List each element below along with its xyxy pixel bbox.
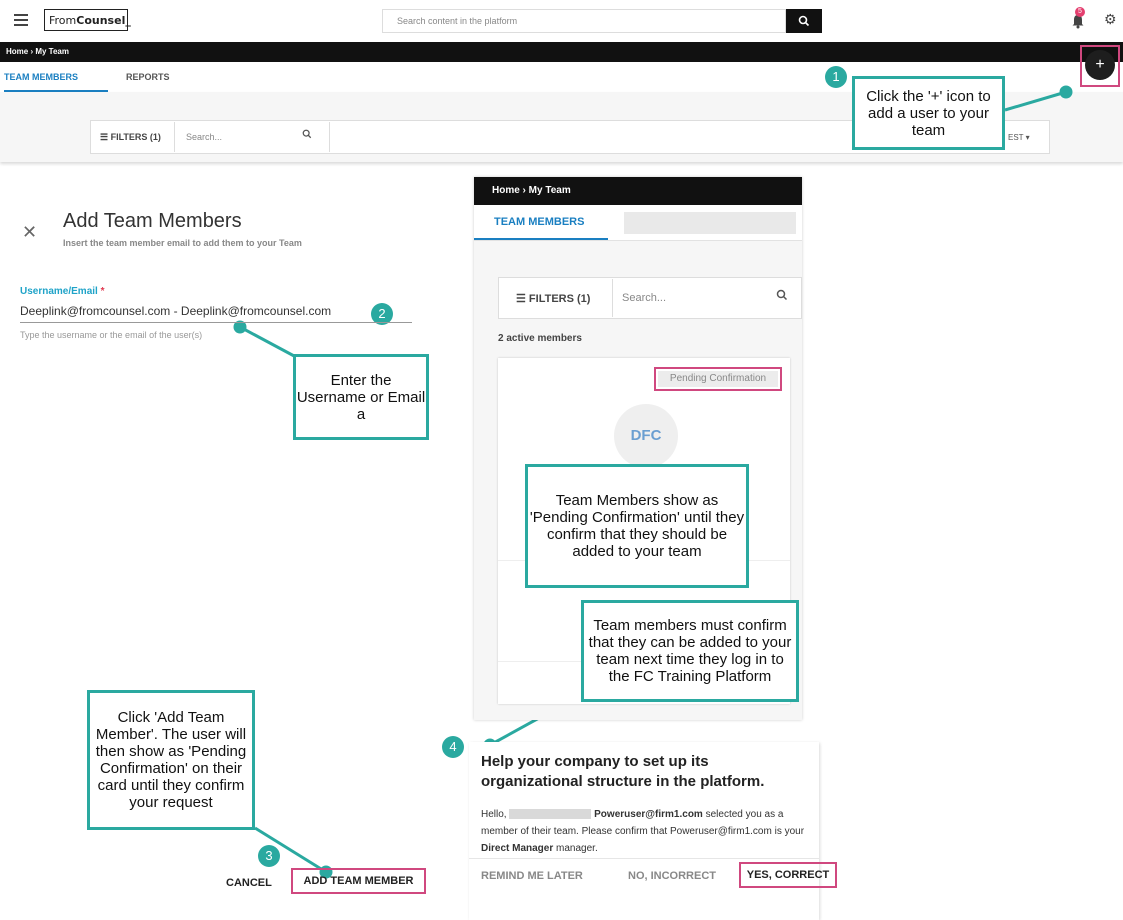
manager-role: Direct Manager	[481, 843, 554, 854]
username-label: Username/Email *	[20, 286, 105, 297]
username-label-text: Username/Email	[20, 286, 98, 297]
callout-add-team-member: Click 'Add Team Member'. The user will t…	[87, 690, 255, 830]
callout-confirm: Team members must confirm that they can …	[581, 600, 799, 702]
cancel-button[interactable]: CANCEL	[226, 877, 272, 889]
form-title: Add Team Members	[63, 210, 242, 232]
add-team-member-button[interactable]: ADD TEAM MEMBER	[291, 868, 426, 894]
requester-email-2: Poweruser@firm1.com	[669, 826, 772, 837]
remind-later-button[interactable]: REMIND ME LATER	[481, 870, 583, 882]
active-tab-indicator	[474, 238, 608, 240]
required-mark: *	[100, 286, 105, 297]
active-members-count: 2 active members	[498, 333, 582, 344]
divider	[469, 858, 819, 859]
body-text-3: manager.	[556, 843, 598, 854]
step-number-1: 1	[825, 66, 847, 88]
panel-search-input[interactable]: Search...	[622, 292, 666, 304]
avatar: DFC	[614, 404, 678, 468]
blurred-tab	[624, 212, 796, 234]
pending-badge: Pending Confirmation	[654, 367, 782, 391]
panel-filters-label: FILTERS (1)	[528, 293, 591, 305]
blurred-name	[509, 809, 592, 820]
no-incorrect-button[interactable]: NO, INCORRECT	[628, 870, 716, 882]
dialog-body: Hello, Poweruser@firm1.com selected you …	[481, 806, 821, 857]
callout-enter-username: Enter the Username or Email a	[293, 354, 429, 440]
requester-email: Poweruser@firm1.com	[594, 809, 703, 820]
panel-filters-button[interactable]: ☰ FILTERS (1)	[516, 292, 590, 305]
pending-label: Pending Confirmation	[658, 371, 778, 387]
username-help: Type the username or the email of the us…	[20, 330, 203, 340]
dialog-title: Help your company to set up its organiza…	[481, 753, 765, 790]
callout-add-user: Click the '+' icon to add a user to your…	[852, 76, 1005, 150]
field-underline	[20, 322, 412, 323]
panel-tab-team-members[interactable]: TEAM MEMBERS	[494, 216, 584, 228]
form-subtitle: Insert the team member email to add them…	[63, 238, 302, 248]
panel-breadcrumb: Home › My Team	[474, 177, 802, 205]
body-text-2: is your	[774, 826, 805, 837]
callout-pending: Team Members show as 'Pending Confirmati…	[525, 464, 749, 588]
step-number-3: 3	[258, 845, 280, 867]
search-icon[interactable]	[776, 289, 788, 304]
filter-icon: ☰	[516, 293, 529, 305]
yes-correct-button[interactable]: YES, CORRECT	[739, 862, 837, 888]
greeting: Hello,	[481, 809, 507, 820]
step-number-4: 4	[442, 736, 464, 758]
username-field[interactable]: Deeplink@fromcounsel.com - Deeplink@from…	[20, 304, 331, 318]
close-icon[interactable]: ✕	[22, 222, 37, 243]
divider	[612, 279, 613, 317]
